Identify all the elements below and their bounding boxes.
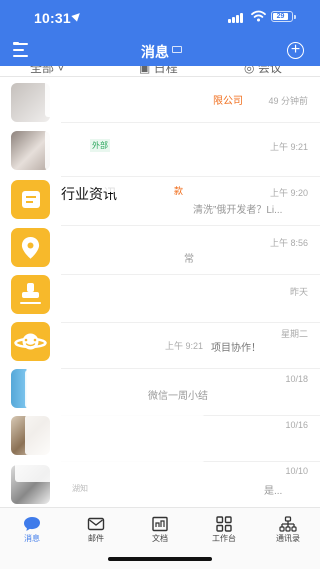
privacy-mask	[15, 461, 205, 482]
tab-workbench-label: 工作台	[212, 534, 236, 543]
message-time-9: 10/10	[285, 466, 308, 476]
message-row-1[interactable]: 限公司 49 分钟前	[0, 78, 320, 124]
wifi-icon	[251, 10, 266, 22]
message-preview-6: 上午 9:21	[165, 341, 204, 351]
home-indicator[interactable]	[108, 557, 212, 561]
privacy-mask	[25, 415, 205, 455]
row-divider	[61, 176, 320, 177]
message-row-3[interactable]: 行业资讯 款 清洗”俄开发者？Li... 上午 9:20	[0, 178, 320, 226]
tab-messages[interactable]: 消息	[0, 508, 64, 552]
message-time-1: 49 分钟前	[268, 96, 308, 106]
filter-meeting-label: 会议	[257, 66, 282, 75]
message-time-4: 上午 8:56	[269, 238, 308, 248]
grid-icon	[216, 516, 232, 532]
message-row-2[interactable]: 外部 上午 9:21	[0, 128, 320, 177]
message-time-3: 上午 9:20	[269, 188, 308, 198]
status-time: 10:31	[34, 10, 71, 26]
message-row-4[interactable]: 常 上午 8:56	[0, 227, 320, 275]
document-icon	[152, 516, 168, 532]
tab-contacts-label: 通讯录	[276, 534, 300, 543]
message-row-6[interactable]: 上午 9:21 项目协作！ 星期二	[0, 322, 320, 369]
planet-app-icon	[11, 322, 50, 361]
status-bar: 10:31 29	[0, 0, 320, 34]
battery-icon: 29	[271, 11, 293, 22]
stamp-app-icon	[11, 275, 50, 314]
row-divider	[61, 122, 320, 123]
tab-documents-label: 文档	[152, 534, 168, 543]
message-time-2: 上午 9:21	[269, 142, 308, 152]
message-extra-9: 湖知	[72, 484, 88, 493]
planet-icon	[14, 333, 47, 350]
tab-workbench[interactable]: 工作台	[192, 508, 256, 552]
location-pin-icon	[21, 237, 40, 259]
message-preview-9: 是...	[264, 486, 283, 497]
chat-bubble-icon	[24, 517, 40, 531]
message-list[interactable]: 限公司 49 分钟前 外部 上午 9:21 行业资讯 款 清洗”俄开发者？Li.…	[0, 77, 320, 507]
tab-mail-label: 邮件	[88, 534, 104, 543]
location-arrow-icon	[71, 10, 83, 22]
privacy-mask	[60, 277, 180, 315]
message-time-8: 10/16	[285, 420, 308, 430]
filter-calendar-label: 日程	[153, 66, 178, 75]
tab-documents[interactable]: 文档	[128, 508, 192, 552]
nav-bar: 消息 +	[0, 34, 320, 66]
message-time-6: 星期二	[280, 329, 308, 339]
signal-bars-icon	[228, 13, 245, 23]
filter-all-label: 全部	[30, 66, 55, 75]
message-row-8[interactable]: 10/16	[0, 415, 320, 462]
message-row-9[interactable]: 湖知 是... 10/10	[0, 461, 320, 507]
filter-tab-all[interactable]: 全部 ˅	[30, 66, 64, 76]
app-root: 10:31 29 消息 + 全部 ˅ ▣ 日程 ◎ 会议 限公司 49 分钟前 …	[0, 0, 320, 569]
battery-level: 29	[273, 13, 288, 20]
message-preview-4: 常	[184, 254, 194, 265]
mail-icon	[87, 517, 105, 531]
row-divider	[61, 225, 320, 226]
tab-messages-label: 消息	[24, 534, 40, 543]
tab-contacts[interactable]: 通讯录	[256, 508, 320, 552]
battery-tip	[294, 15, 296, 19]
privacy-mask	[55, 323, 175, 340]
tab-mail[interactable]: 邮件	[64, 508, 128, 552]
message-row-5[interactable]: 昨天	[0, 275, 320, 323]
message-extra-6: 项目协作！	[211, 343, 261, 354]
message-time-5: 昨天	[289, 287, 308, 297]
location-app-icon	[11, 228, 50, 267]
industry-news-app-icon	[11, 180, 50, 219]
message-time-7: 10/18	[285, 374, 308, 384]
external-tag: 外部	[90, 139, 110, 152]
privacy-mask	[25, 370, 148, 408]
filter-tab-meeting[interactable]: ◎ 会议	[244, 66, 282, 76]
privacy-mask	[60, 229, 180, 267]
message-row-7[interactable]: 微信一周小结 10/18	[0, 369, 320, 416]
stamp-icon	[20, 283, 41, 304]
privacy-mask	[104, 178, 174, 192]
message-preview-3: 清洗”俄开发者？Li...	[193, 205, 283, 216]
filter-tab-calendar[interactable]: ▣ 日程	[139, 66, 178, 76]
title-chat-icon	[172, 46, 182, 53]
page-title: 消息	[141, 44, 169, 60]
message-extra-3: 款	[174, 186, 184, 196]
message-preview-7: 微信一周小结	[148, 391, 208, 402]
add-button[interactable]: +	[287, 42, 304, 59]
privacy-mask	[45, 79, 195, 117]
contacts-icon	[279, 516, 297, 532]
privacy-mask	[45, 130, 87, 170]
filter-bar: 全部 ˅ ▣ 日程 ◎ 会议	[0, 66, 320, 77]
message-extra-1: 限公司	[213, 96, 243, 107]
